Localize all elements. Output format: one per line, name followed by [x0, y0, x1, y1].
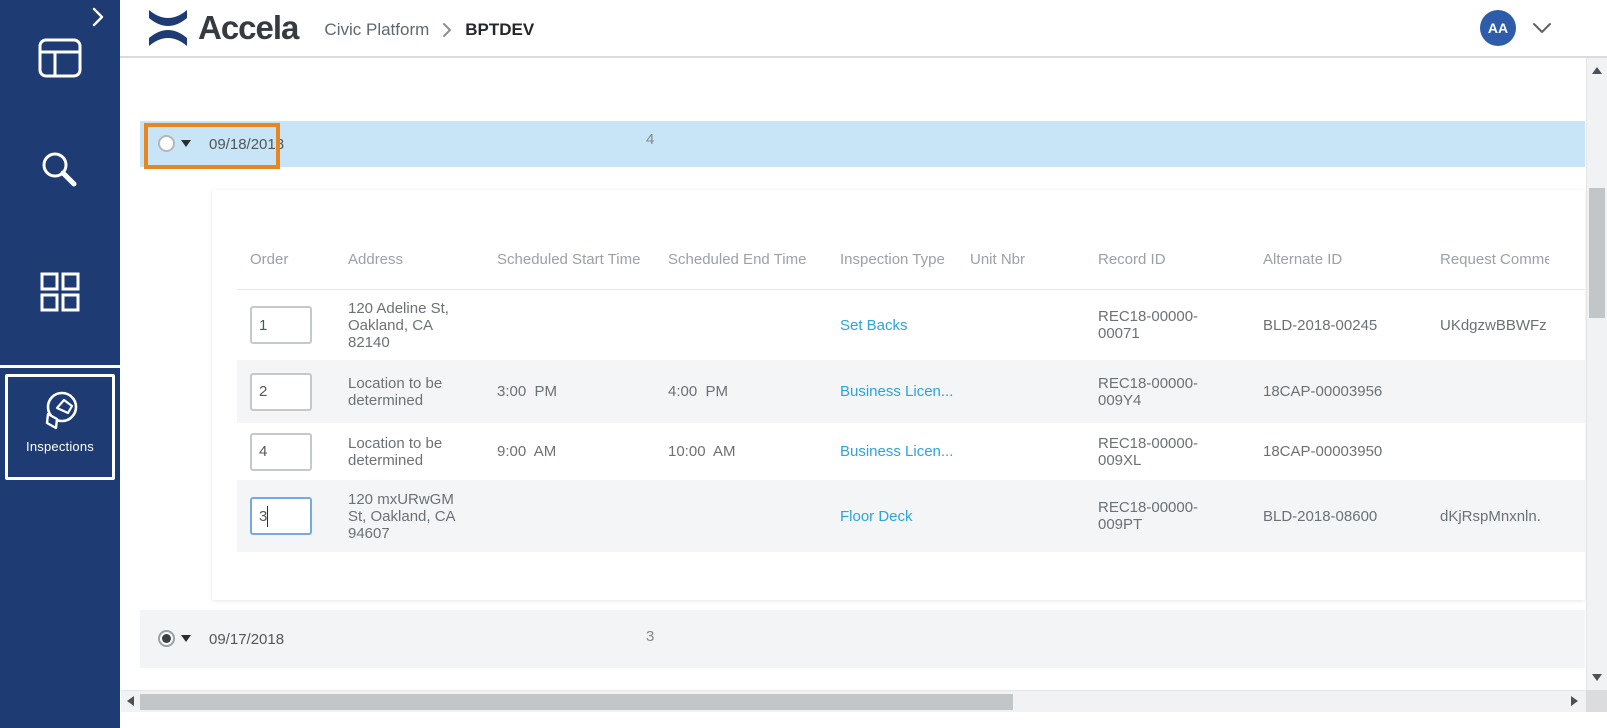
- address-cell: Location to be determined: [348, 360, 468, 423]
- scroll-right-arrow-icon[interactable]: [1571, 696, 1578, 706]
- date-group-row[interactable]: 09/17/2018 3: [140, 610, 1585, 668]
- inspection-type-link[interactable]: Floor Deck: [840, 508, 913, 525]
- avatar[interactable]: AA: [1480, 10, 1516, 46]
- table-row: 120 mxURwGM St, Oakland, CA 94607 Floor …: [237, 480, 1585, 552]
- sidebar-item-dashboard[interactable]: [36, 34, 84, 82]
- scroll-down-arrow-icon[interactable]: [1592, 674, 1602, 681]
- end-time-cell: [668, 290, 818, 360]
- request-comments-cell: dKjRspMnxnln.: [1440, 480, 1552, 552]
- table-row: 120 Adeline St, Oakland, CA 82140 Set Ba…: [237, 290, 1585, 360]
- unit-nbr-cell: [970, 423, 1060, 480]
- accela-logo: Accela: [146, 6, 298, 50]
- app-window: Inspections Accela Civic Platform BPTDEV…: [0, 0, 1607, 728]
- group-date-label: 09/18/2018: [209, 136, 284, 153]
- sidebar-item-apps[interactable]: [36, 268, 84, 316]
- table-row: Location to be determined 3:00 PM 4:00 P…: [237, 360, 1585, 423]
- column-header-inspection-type: Inspection Type: [840, 244, 990, 274]
- column-header-record-id: Record ID: [1098, 244, 1204, 274]
- user-menu: AA: [1480, 10, 1552, 46]
- column-header-end-time: Scheduled End Time: [668, 244, 818, 274]
- alternate-id-cell: BLD-2018-08600: [1263, 480, 1428, 552]
- scrollbar-corner: [1586, 690, 1607, 712]
- record-id-cell: REC18-00000-00071: [1098, 290, 1204, 360]
- column-header-address: Address: [348, 244, 468, 274]
- table-row: Location to be determined 9:00 AM 10:00 …: [237, 423, 1585, 480]
- order-input[interactable]: [250, 306, 312, 344]
- scroll-up-arrow-icon[interactable]: [1592, 67, 1602, 74]
- dashboard-layout-icon: [37, 37, 83, 79]
- accela-logo-icon: [146, 6, 190, 50]
- vertical-scrollbar-thumb[interactable]: [1589, 188, 1605, 318]
- column-header-unit-nbr: Unit Nbr: [970, 244, 1060, 274]
- group-expand-caret-icon[interactable]: [181, 635, 191, 642]
- record-id-cell: REC18-00000-009XL: [1098, 423, 1204, 480]
- address-cell: 120 mxURwGM St, Oakland, CA 94607: [348, 480, 468, 552]
- start-time-cell: 3:00 PM: [497, 360, 647, 423]
- address-cell: Location to be determined: [348, 423, 468, 480]
- date-group-row[interactable]: 09/18/2018 4: [140, 121, 1585, 167]
- group-expand-caret-icon[interactable]: [181, 140, 191, 147]
- request-comments-cell: [1440, 360, 1552, 423]
- end-time-cell: [668, 480, 818, 552]
- logo-text: Accela: [198, 9, 298, 47]
- order-input[interactable]: [250, 373, 312, 411]
- table-header-row: Order Address Scheduled Start Time Sched…: [237, 244, 1585, 274]
- inspection-type-link[interactable]: Business Licen...: [840, 383, 953, 400]
- request-comments-cell: UKdgzwBBWFz: [1440, 290, 1552, 360]
- unit-nbr-cell: [970, 290, 1060, 360]
- unit-nbr-cell: [970, 360, 1060, 423]
- sidebar-item-search[interactable]: [36, 148, 84, 196]
- inspection-type-link[interactable]: Set Backs: [840, 317, 908, 334]
- alternate-id-cell: 18CAP-00003956: [1263, 360, 1428, 423]
- start-time-cell: 9:00 AM: [497, 423, 647, 480]
- breadcrumb-app[interactable]: Civic Platform: [324, 20, 429, 40]
- horizontal-scrollbar-thumb[interactable]: [140, 694, 1013, 710]
- top-header: Accela Civic Platform BPTDEV AA: [120, 0, 1607, 58]
- breadcrumb-environment[interactable]: BPTDEV: [465, 20, 534, 40]
- column-header-order: Order: [250, 244, 326, 274]
- chevron-right-icon: [441, 22, 453, 38]
- sidebar: Inspections: [0, 0, 120, 728]
- order-input[interactable]: [250, 433, 312, 471]
- end-time-cell: 10:00 AM: [668, 423, 818, 480]
- text-cursor: [267, 506, 268, 527]
- group-count: 3: [646, 628, 654, 645]
- vertical-scrollbar[interactable]: [1586, 58, 1607, 690]
- alternate-id-cell: BLD-2018-00245: [1263, 290, 1428, 360]
- group-radio-button-selected[interactable]: [158, 630, 175, 647]
- sidebar-item-inspections[interactable]: Inspections: [5, 374, 115, 480]
- group-count: 4: [646, 131, 654, 148]
- column-header-start-time: Scheduled Start Time: [497, 244, 647, 274]
- breadcrumb: Civic Platform BPTDEV: [324, 20, 534, 40]
- horizontal-scrollbar[interactable]: [121, 690, 1586, 712]
- group-radio-button[interactable]: [158, 135, 175, 152]
- column-header-alternate-id: Alternate ID: [1263, 244, 1428, 274]
- inspections-icon: [36, 385, 84, 435]
- chevron-down-icon[interactable]: [1532, 22, 1552, 34]
- search-icon: [37, 149, 83, 195]
- sidebar-expand-chevron-icon[interactable]: [86, 5, 110, 29]
- record-id-cell: REC18-00000-009Y4: [1098, 360, 1204, 423]
- scroll-left-arrow-icon[interactable]: [127, 696, 134, 706]
- address-cell: 120 Adeline St, Oakland, CA 82140: [348, 290, 468, 360]
- order-input-focused[interactable]: [250, 497, 312, 535]
- apps-grid-icon: [38, 270, 82, 314]
- inspection-type-link[interactable]: Business Licen...: [840, 443, 953, 460]
- unit-nbr-cell: [970, 480, 1060, 552]
- record-id-cell: REC18-00000-009PT: [1098, 480, 1204, 552]
- group-date-label: 09/17/2018: [209, 631, 284, 648]
- request-comments-cell: [1440, 423, 1552, 480]
- end-time-cell: 4:00 PM: [668, 360, 818, 423]
- start-time-cell: [497, 290, 647, 360]
- alternate-id-cell: 18CAP-00003950: [1263, 423, 1428, 480]
- highlight-divider-line: [0, 365, 120, 368]
- sidebar-item-label: Inspections: [26, 439, 94, 454]
- column-header-request-comments: Request Comments: [1440, 244, 1549, 274]
- start-time-cell: [497, 480, 647, 552]
